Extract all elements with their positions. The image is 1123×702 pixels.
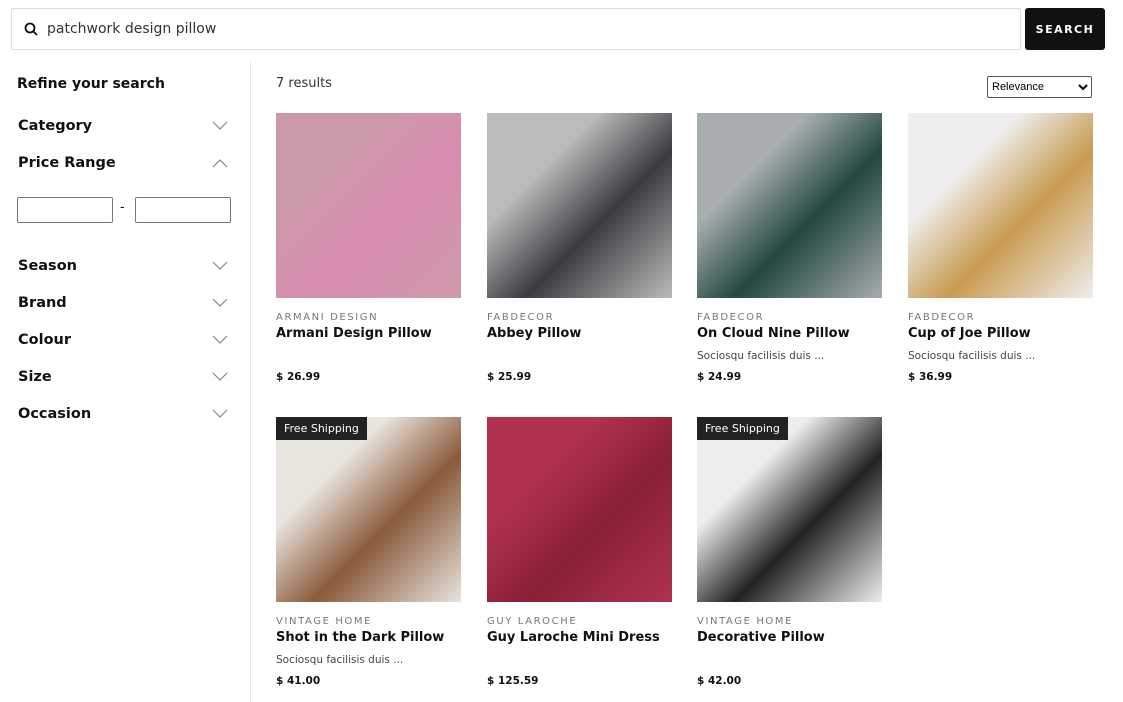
sort-select[interactable]: Relevance <box>987 76 1092 98</box>
product-card[interactable]: Free Shipping VINTAGE HOME Decorative Pi… <box>697 417 882 687</box>
facet-label: Occasion <box>18 406 92 422</box>
product-image[interactable] <box>276 113 461 298</box>
product-title[interactable]: Shot in the Dark Pillow <box>276 630 444 645</box>
product-image[interactable]: Free Shipping <box>697 417 882 602</box>
product-card[interactable]: FABDECOR Cup of Joe Pillow Sociosqu faci… <box>908 113 1093 383</box>
product-price: $ 41.00 <box>276 675 321 687</box>
search-bar <box>11 8 1021 50</box>
product-title[interactable]: Guy Laroche Mini Dress <box>487 630 660 645</box>
product-price: $ 42.00 <box>697 675 742 687</box>
price-separator: - <box>120 200 125 215</box>
facet-price-range[interactable]: Price Range <box>18 155 228 171</box>
facet-label: Season <box>18 258 77 274</box>
free-shipping-badge: Free Shipping <box>697 417 788 440</box>
product-image[interactable] <box>487 417 672 602</box>
chevron-down-icon <box>212 261 228 270</box>
product-brand: FABDECOR <box>697 312 765 323</box>
facet-occasion[interactable]: Occasion <box>18 406 228 422</box>
product-card[interactable]: FABDECOR Abbey Pillow $ 25.99 <box>487 113 672 383</box>
chevron-down-icon <box>212 298 228 307</box>
product-title[interactable]: Abbey Pillow <box>487 326 581 341</box>
facet-label: Size <box>18 369 52 385</box>
product-brand: ARMANI DESIGN <box>276 312 379 323</box>
facet-label: Brand <box>18 295 67 311</box>
product-title[interactable]: Cup of Joe Pillow <box>908 326 1031 341</box>
facet-label: Category <box>18 118 93 134</box>
product-image[interactable]: Free Shipping <box>276 417 461 602</box>
product-card[interactable]: ARMANI DESIGN Armani Design Pillow $ 26.… <box>276 113 461 383</box>
facet-brand[interactable]: Brand <box>18 295 228 311</box>
product-brand: VINTAGE HOME <box>697 616 794 627</box>
sidebar-title: Refine your search <box>17 76 165 92</box>
facet-colour[interactable]: Colour <box>18 332 228 348</box>
product-card[interactable]: FABDECOR On Cloud Nine Pillow Sociosqu f… <box>697 113 882 383</box>
chevron-up-icon <box>212 159 228 168</box>
search-icon <box>24 22 38 36</box>
product-price: $ 26.99 <box>276 371 321 383</box>
facet-size[interactable]: Size <box>18 369 228 385</box>
product-title[interactable]: On Cloud Nine Pillow <box>697 326 850 341</box>
product-brand: FABDECOR <box>487 312 555 323</box>
free-shipping-badge: Free Shipping <box>276 417 367 440</box>
product-brand: GUY LAROCHE <box>487 616 578 627</box>
product-image[interactable] <box>487 113 672 298</box>
search-button[interactable]: SEARCH <box>1025 8 1105 50</box>
product-image[interactable] <box>908 113 1093 298</box>
product-title[interactable]: Armani Design Pillow <box>276 326 432 341</box>
product-description: Sociosqu facilisis duis ... <box>908 350 1036 362</box>
product-image[interactable] <box>697 113 882 298</box>
product-description: Sociosqu facilisis duis ... <box>697 350 825 362</box>
price-min-input[interactable] <box>17 197 113 223</box>
product-description: Sociosqu facilisis duis ... <box>276 654 404 666</box>
facet-label: Colour <box>18 332 72 348</box>
product-title[interactable]: Decorative Pillow <box>697 630 825 645</box>
facet-category[interactable]: Category <box>18 118 228 134</box>
product-price: $ 24.99 <box>697 371 742 383</box>
product-price: $ 25.99 <box>487 371 532 383</box>
sidebar: Refine your search Category Price Range Se… <box>0 62 251 702</box>
facet-label: Price Range <box>18 155 116 171</box>
chevron-down-icon <box>212 372 228 381</box>
chevron-down-icon <box>212 335 228 344</box>
chevron-down-icon <box>212 409 228 418</box>
product-brand: FABDECOR <box>908 312 976 323</box>
product-brand: VINTAGE HOME <box>276 616 373 627</box>
results-count: 7 results <box>276 76 332 91</box>
product-card[interactable]: GUY LAROCHE Guy Laroche Mini Dress $ 125… <box>487 417 672 687</box>
chevron-down-icon <box>212 121 228 130</box>
product-card[interactable]: Free Shipping VINTAGE HOME Shot in the D… <box>276 417 461 687</box>
search-input[interactable] <box>47 21 1020 37</box>
product-price: $ 36.99 <box>908 371 953 383</box>
price-max-input[interactable] <box>135 197 231 223</box>
facet-season[interactable]: Season <box>18 258 228 274</box>
product-price: $ 125.59 <box>487 675 539 687</box>
